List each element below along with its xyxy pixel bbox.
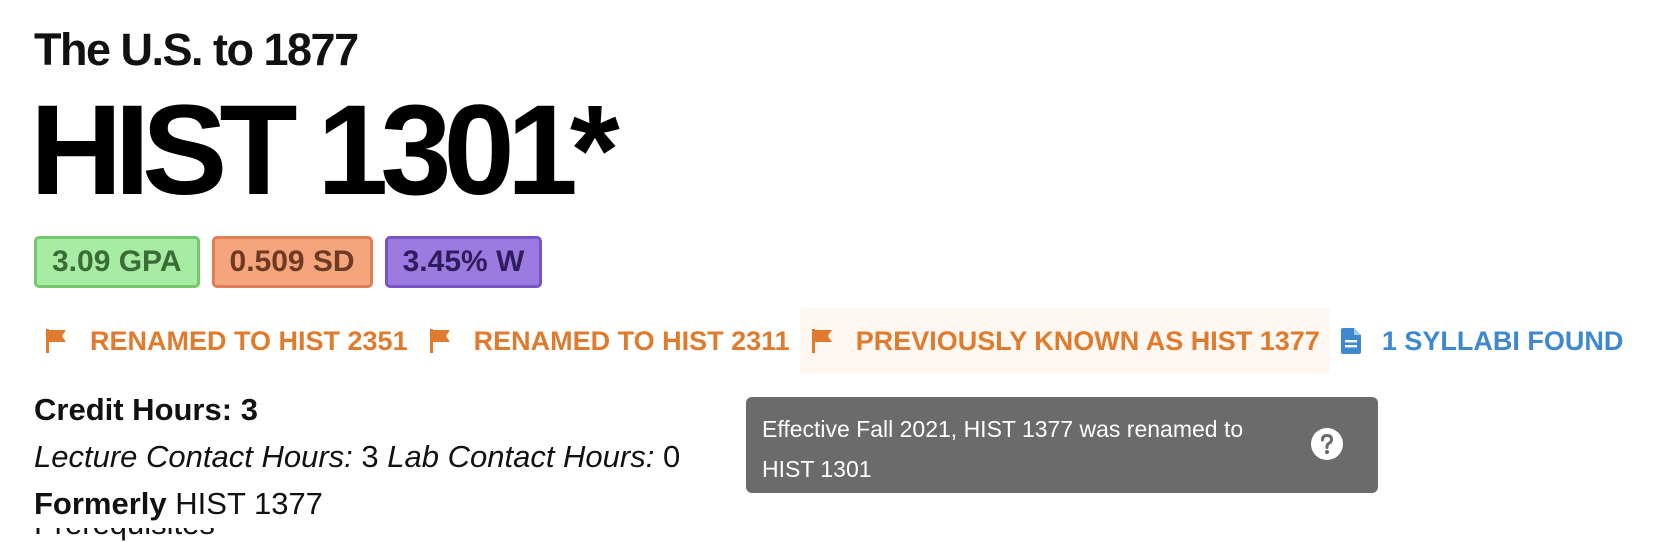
tag-renamed-2311[interactable]: RENAMED TO HIST 2311 — [418, 308, 800, 374]
tag-renamed-2351[interactable]: RENAMED TO HIST 2351 — [34, 308, 418, 374]
lab-hours-label: Lab Contact Hours: — [387, 439, 655, 474]
formerly-value: HIST 1377 — [175, 486, 323, 521]
contact-hours-row: Lecture Contact Hours: 3 Lab Contact Hou… — [34, 433, 680, 480]
tag-label: PREVIOUSLY KNOWN AS HIST 1377 — [855, 325, 1320, 356]
gpa-badge: 3.09 GPA — [34, 236, 200, 288]
lab-hours-value: 0 — [662, 439, 681, 474]
syllabi-link[interactable]: 1 SYLLABI FOUND — [1330, 308, 1634, 374]
cutoff-text-line: Prerequisites — [34, 528, 244, 542]
lecture-hours-label: Lecture Contact Hours: — [34, 439, 353, 474]
help-icon[interactable] — [1310, 427, 1344, 473]
tag-label: RENAMED TO HIST 2351 — [90, 325, 408, 356]
formerly-row: Formerly HIST 1377 — [34, 480, 680, 527]
flag-icon — [428, 328, 454, 354]
formerly-label: Formerly — [34, 486, 167, 521]
stat-badges: 3.09 GPA 0.509 SD 3.45% W — [34, 236, 543, 288]
course-title: The U.S. to 1877 — [34, 24, 359, 75]
withdraw-badge: 3.45% W — [384, 236, 543, 288]
course-tags: RENAMED TO HIST 2351 RENAMED TO HIST 231… — [34, 308, 1633, 374]
tag-label: 1 SYLLABI FOUND — [1381, 325, 1624, 356]
lecture-hours-value: 3 — [361, 439, 379, 474]
course-code: HIST 1301* — [30, 79, 620, 222]
credit-hours-row: Credit Hours: 3 — [34, 386, 680, 433]
tag-previously-known-as[interactable]: PREVIOUSLY KNOWN AS HIST 1377 — [799, 308, 1330, 374]
flag-icon — [44, 328, 70, 354]
course-details: Credit Hours: 3 Lecture Contact Hours: 3… — [34, 386, 680, 527]
tooltip: Effective Fall 2021, HIST 1377 was renam… — [746, 397, 1378, 493]
cutoff-text: Prerequisites — [34, 528, 244, 542]
document-icon — [1340, 327, 1362, 355]
tag-label: RENAMED TO HIST 2311 — [473, 325, 790, 356]
sd-badge: 0.509 SD — [211, 236, 373, 288]
credit-hours-value: 3 — [240, 392, 258, 427]
credit-hours-label: Credit Hours: — [34, 392, 233, 427]
tooltip-text: Effective Fall 2021, HIST 1377 was renam… — [762, 416, 1244, 482]
flag-icon — [810, 328, 836, 354]
